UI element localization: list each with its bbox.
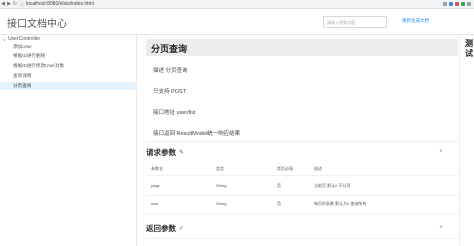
table-cell: 每页的条数 默认为0 查询所有 (314, 201, 367, 206)
search-input[interactable] (323, 16, 387, 28)
response-params-label: 返回参数 (146, 224, 176, 233)
check-icon: ✓ (179, 226, 185, 232)
sidebar-item-delete-by-id[interactable]: 根据ID进行删除 (13, 53, 45, 59)
table-row-separator (146, 213, 458, 214)
edit-icon: ✎ (179, 150, 185, 156)
extension-icon[interactable] (455, 2, 459, 6)
divider (146, 141, 458, 142)
bookmark-icon[interactable] (443, 2, 447, 6)
reload-icon[interactable]: ↻ (12, 0, 18, 9)
chevron-down-icon[interactable]: ∨ (439, 148, 443, 154)
regenerate-docs-button[interactable]: 重新生成文档 (402, 18, 429, 24)
sidebar-item-detail[interactable]: 查询详情 (13, 73, 31, 79)
app-header: 接口文档中心 重新生成文档 (0, 9, 474, 35)
extension-icons (443, 2, 474, 6)
chevron-down-icon[interactable]: ∨ (439, 224, 443, 230)
table-header-description: 描述 (314, 166, 322, 171)
table-row-separator (146, 195, 458, 196)
right-panel: 测试 (459, 35, 474, 246)
table-header-type: 类型 (216, 166, 224, 171)
sidebar-item-update-by-id[interactable]: 根据ID进行修改User对象 (13, 63, 64, 69)
main-content: 分页查询 描述 分页查询 只支持 POST 接口地址 user/list 接口返… (137, 35, 459, 246)
table-cell: 否 (277, 201, 281, 206)
extension-icon[interactable] (449, 2, 453, 6)
extension-icon[interactable] (461, 2, 465, 6)
request-params-title[interactable]: 请求参数 ✎ (146, 147, 184, 158)
chevron-down-icon: ∨ (3, 36, 6, 42)
table-row-separator (146, 238, 458, 239)
app-title: 接口文档中心 (7, 19, 67, 30)
site-info-icon[interactable]: ⓘ (20, 0, 24, 9)
test-panel-title[interactable]: 测试 (465, 39, 474, 59)
table-cell: String (216, 201, 227, 206)
api-description: 描述 分页查询 (153, 68, 188, 74)
menu-icon[interactable] (467, 2, 471, 6)
table-header-param-name: 参数名 (151, 166, 163, 171)
response-params-title[interactable]: 返回参数 ✓ (146, 223, 184, 234)
page-title: 分页查询 (151, 44, 188, 54)
sidebar-group-label: UserController (7, 36, 41, 42)
request-params-label: 请求参数 (146, 148, 176, 157)
table-header-required: 是否必填 (277, 166, 293, 171)
table-cell: 当前页 默认0 不分页 (314, 183, 351, 188)
url-text[interactable]: localhost:8080/elsis/index.html (26, 0, 94, 9)
sidebar-group-usercontroller[interactable]: ∨ UserController (3, 36, 40, 42)
table-row-separator (146, 175, 458, 176)
sidebar-item-add-user[interactable]: 添加User (13, 44, 32, 50)
table-cell: 否 (277, 183, 281, 188)
api-return: 接口返回 ResultModel统一响应结果 (153, 131, 241, 137)
table-cell: String (216, 183, 227, 188)
api-method: 只支持 POST (153, 89, 187, 95)
sidebar: ∨ UserController 添加User 根据ID进行删除 根据ID进行修… (0, 35, 137, 246)
browser-address-bar: ◀ ▶ ↻ ⓘ localhost:8080/elsis/index.html (0, 0, 474, 9)
sidebar-item-page-query[interactable]: 分页查询 (13, 83, 31, 89)
table-cell: size (151, 201, 159, 206)
page-header: 分页查询 (146, 39, 458, 56)
api-address: 接口地址 user/list (153, 110, 196, 116)
table-cell: page (151, 183, 160, 188)
